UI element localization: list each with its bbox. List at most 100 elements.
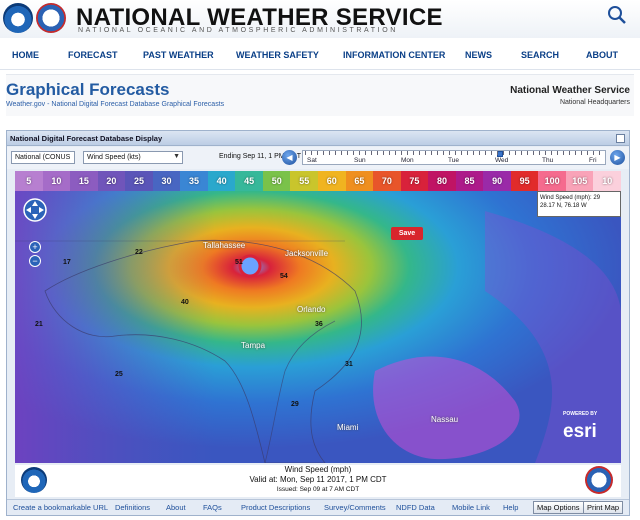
timeline-tick [509,151,510,155]
timeline-tick [323,151,324,155]
timeline-tick [353,151,354,155]
place-label-jacksonville: Jacksonville [285,249,329,258]
timeline-tick [575,151,576,155]
org-subtitle: National Headquarters [559,99,630,106]
chevron-down-icon: ▼ [173,153,180,160]
map-pan-control[interactable] [21,197,49,237]
noaa-logo[interactable] [3,3,33,33]
timeline-tick [581,151,582,155]
footer-link-product-descriptions[interactable]: Product Descriptions [241,503,310,512]
nav-search[interactable]: SEARCH [521,50,559,60]
wind-speed-legend: 5 10 15 20 25 30 35 40 45 50 55 60 65 70 75 80 85 90 95 100… [15,171,621,191]
timeline-tick [395,151,396,155]
timeline-tick [473,151,474,155]
plus-icon: + [32,242,38,252]
nav-weather-safety[interactable]: WEATHER SAFETY [236,50,319,60]
caption-issued-time: Issued: Sep 09 at 7 AM CDT [276,486,360,493]
timeline-tick [305,151,306,155]
esri-logo[interactable]: POWERED BY esri [563,411,611,451]
save-button-label: Save [398,230,416,237]
place-label-tampa: Tampa [241,341,266,350]
footer-link-about[interactable]: About [166,503,186,512]
esri-wordmark: esri [563,421,597,442]
nav-home[interactable]: HOME [12,50,39,60]
footer-link-definitions[interactable]: Definitions [115,503,150,512]
zoom-in-button[interactable]: + [29,241,41,253]
footer-link-ndfd-data[interactable]: NDFD Data [396,503,435,512]
legend-scale-cell: 105 [565,171,594,191]
legend-scale-cell: 40 [207,171,236,191]
timeline-tick [479,151,480,155]
org-name: National Weather Service [510,85,630,96]
nws-logo [585,466,613,494]
zoom-out-button[interactable]: − [29,255,41,267]
prev-time-button[interactable]: ◀ [282,150,297,165]
timeline-day-label: Fri [589,157,597,164]
region-select[interactable]: National (CONUS [11,151,75,164]
main-nav: HOME FORECAST PAST WEATHER WEATHER SAFET… [0,40,640,70]
timeline-tick [365,151,366,155]
timeline-tick [461,151,462,155]
nav-information-center[interactable]: INFORMATION CENTER [343,50,445,60]
timeline-tick [413,151,414,155]
nav-forecast[interactable]: FORECAST [68,50,118,60]
controls-bar: National (CONUS Wind Speed (kts) ▼ Endin… [7,147,629,169]
footer-link-faqs[interactable]: FAQs [203,503,222,512]
legend-scale-cell: 45 [235,171,263,191]
timeline-tick [359,151,360,155]
legend-scale-cell: 60 [318,171,346,191]
nav-news[interactable]: NEWS [465,50,492,60]
timeline-tick [545,151,546,155]
timeline-tick [485,151,486,155]
legend-scale-cell: 70 [373,171,401,191]
footer-link-bookmark[interactable]: Create a bookmarkable URL [13,503,108,512]
next-time-button[interactable]: ▶ [610,150,625,165]
legend-scale-cell: 20 [97,171,126,191]
save-map-button[interactable]: Save [391,227,423,240]
esri-powered-by: POWERED BY [563,411,598,417]
wind-value-label: 31 [345,361,353,368]
element-select[interactable]: Wind Speed (kts) ▼ [83,151,183,164]
timeline-tick [515,151,516,155]
panel-title: National Digital Forecast Database Displ… [10,134,163,143]
footer-link-mobile[interactable]: Mobile Link [452,503,490,512]
pan-arrows-icon[interactable] [21,197,49,223]
map-options-button[interactable]: Map Options [533,501,584,514]
site-subtitle: NATIONAL OCEANIC AND ATMOSPHERIC ADMINIS… [78,27,398,34]
element-select-value: Wind Speed (kts) [87,154,141,161]
nws-logo[interactable] [36,3,66,33]
legend-scale-cell: 15 [70,171,98,191]
timeline-tick [383,151,384,155]
timeline-tick [341,151,342,155]
print-map-button[interactable]: Print Map [583,501,624,514]
legend-scale-cell: 50 [262,171,291,191]
timeline-tick [503,151,504,155]
timeline-tick [491,151,492,155]
legend-scale-cell: 65 [345,171,374,191]
wind-value-label: 25 [115,371,123,378]
search-icon[interactable] [604,4,632,26]
wind-value-label: 21 [35,321,43,328]
caption-valid-time: Valid at: Mon, Sep 11 2017, 1 PM CDT [249,475,387,484]
legend-scale-cell: 80 [428,171,456,191]
forecast-map[interactable]: 5 10 15 20 25 30 35 40 45 50 55 60 65 70 75 80 85 90 95 100… [15,171,621,463]
legend-scale-cell: 90 [483,171,511,191]
timeline-tick [599,151,600,155]
panel-collapse-button[interactable] [616,134,625,143]
timeline-tick [593,151,594,155]
legend-scale-cell: 10 [593,171,621,191]
nav-about[interactable]: ABOUT [586,50,618,60]
timeline-tick [569,151,570,155]
time-slider[interactable]: Sat Sun Mon Tue Wed Thu Fri [302,150,606,165]
prev-arrow-icon: ◀ [286,153,293,162]
footer-link-survey[interactable]: Survey/Comments [324,503,386,512]
breadcrumb[interactable]: Weather.gov - National Digital Forecast … [6,101,224,108]
place-label-orlando: Orlando [297,305,326,314]
footer-link-help[interactable]: Help [503,503,518,512]
timeline-tick [533,151,534,155]
timeline-day-label: Sat [307,157,317,164]
wind-speed-map-graphic [15,171,621,463]
nav-past-weather[interactable]: PAST WEATHER [143,50,214,60]
place-label-miami: Miami [337,423,359,432]
wind-value-label: 17 [63,259,71,266]
